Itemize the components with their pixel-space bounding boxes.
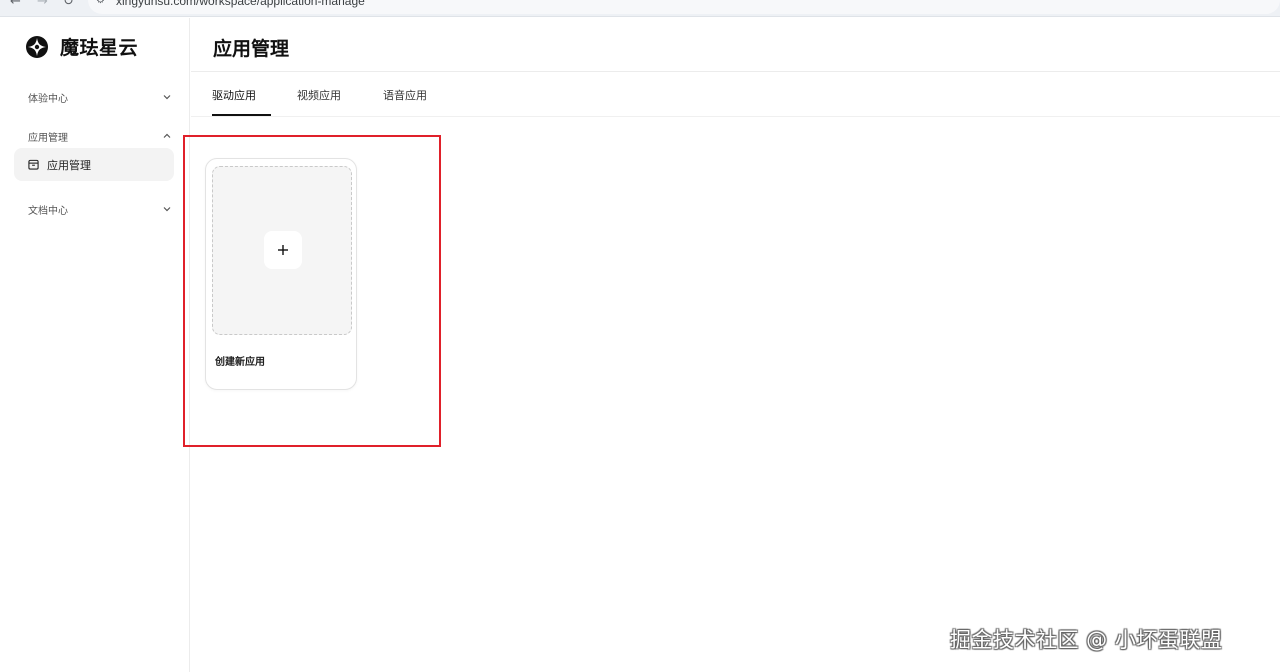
sidebar-item-label: 应用管理 — [47, 158, 91, 172]
create-app-card[interactable]: 创建新应用 — [205, 158, 357, 390]
site-info-icon[interactable]: ⚙ — [96, 0, 105, 6]
menu-group-experience: 体验中心 — [0, 87, 190, 107]
watermark: 掘金技术社区 @ 小坏蛋联盟 — [950, 628, 1223, 652]
tab-bar: 驱动应用 视频应用 语音应用 — [191, 73, 1280, 117]
brand-logo[interactable]: 魔珐星云 — [26, 33, 138, 60]
create-app-label: 创建新应用 — [215, 357, 265, 368]
add-button[interactable] — [264, 231, 302, 269]
menu-group-app-management-toggle[interactable]: 应用管理 — [0, 126, 190, 146]
active-tab-indicator — [212, 114, 271, 116]
brand-logo-icon — [26, 35, 48, 58]
tab-voice-apps[interactable]: 语音应用 — [383, 87, 427, 103]
app-box-icon — [28, 159, 39, 170]
menu-group-app-management: 应用管理 — [0, 126, 190, 146]
tab-video-apps[interactable]: 视频应用 — [297, 87, 341, 103]
card-placeholder — [212, 166, 352, 335]
plus-icon — [278, 245, 288, 255]
menu-group-experience-toggle[interactable]: 体验中心 — [0, 87, 190, 107]
chevron-down-icon — [163, 95, 171, 100]
menu-group-docs-toggle[interactable]: 文档中心 — [0, 199, 190, 219]
brand-name: 魔珐星云 — [60, 37, 139, 59]
page-header: 应用管理 — [191, 18, 1280, 72]
tab-driver-apps[interactable]: 驱动应用 — [212, 87, 256, 103]
reload-icon[interactable]: ↻ — [63, 0, 74, 9]
menu-group-docs: 文档中心 — [0, 199, 190, 219]
sidebar-item-app-management[interactable]: 应用管理 — [14, 148, 174, 181]
url-text[interactable]: xingyunsu.com/workspace/application-mana… — [116, 0, 365, 8]
chevron-down-icon — [163, 207, 171, 212]
menu-group-label: 应用管理 — [28, 132, 68, 144]
chevron-up-icon — [163, 133, 171, 138]
menu-group-label: 文档中心 — [28, 205, 68, 217]
browser-toolbar: ← → ↻ ⚙ xingyunsu.com/workspace/applicat… — [0, 0, 1280, 17]
page-title: 应用管理 — [213, 38, 290, 60]
arrow-right-icon[interactable]: → — [37, 0, 48, 9]
sidebar: 魔珐星云 体验中心 应用管理 应用管理 文档中心 — [0, 18, 190, 672]
menu-group-label: 体验中心 — [28, 93, 68, 105]
arrow-left-icon[interactable]: ← — [10, 0, 21, 9]
